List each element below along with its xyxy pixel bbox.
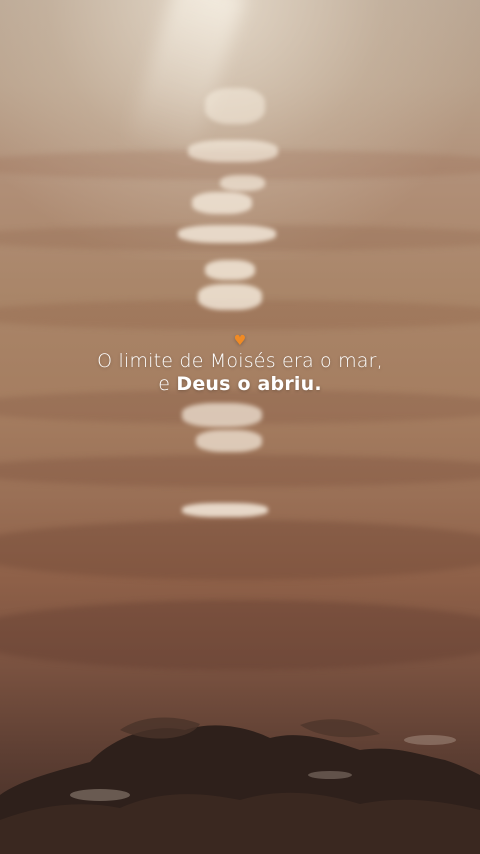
caption-line-2-bold: Deus o abriu. [176, 373, 322, 395]
heart-glyph: ♥ [233, 333, 247, 349]
sea-sunset-background: ♥ O limite de Moisés era o mar, e Deus o… [0, 0, 480, 854]
orange-heart-icon: ♥ [0, 330, 480, 350]
sun-reflection [182, 403, 262, 427]
wave-band [0, 520, 480, 580]
sun-reflection [220, 175, 265, 191]
caption: ♥ O limite de Moisés era o mar, e Deus o… [0, 330, 480, 396]
wave-band [0, 455, 480, 487]
sun-reflection [192, 192, 252, 214]
rocks [0, 717, 480, 854]
sun-reflection [178, 225, 276, 243]
sun-reflection [198, 284, 262, 310]
sky-haze [0, 0, 480, 260]
caption-line-2-prefix: e [158, 373, 177, 395]
sun-reflection [196, 430, 262, 452]
caption-line-2: e Deus o abriu. [0, 373, 480, 396]
caption-line-1: O limite de Moisés era o mar, [97, 350, 383, 372]
sun-reflection [188, 140, 278, 162]
wave-band [0, 600, 480, 670]
sun-reflection [205, 260, 255, 280]
sun-reflection [182, 503, 268, 517]
sun-reflection [205, 88, 265, 124]
